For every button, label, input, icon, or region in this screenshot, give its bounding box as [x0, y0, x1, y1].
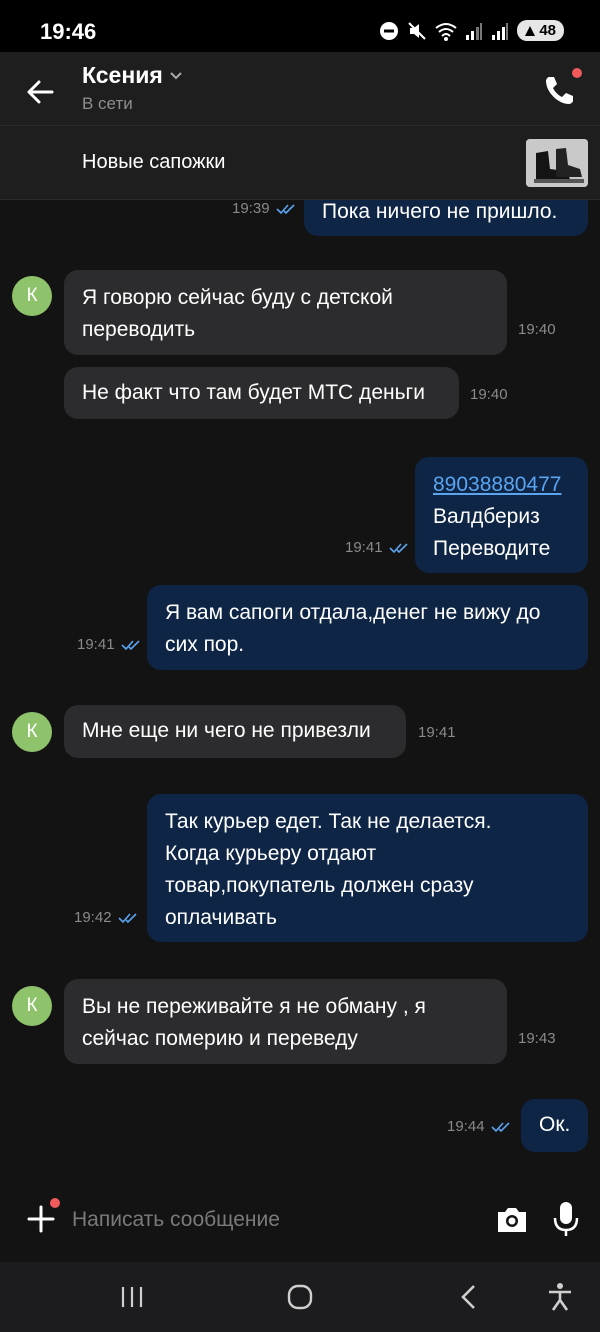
product-title: Новые сапожки	[82, 151, 226, 173]
message-text-line: Я говорю сейчас буду с детской	[82, 286, 393, 309]
camera-icon	[498, 1208, 526, 1232]
status-icons: 48	[379, 20, 564, 41]
message-text-line: Я вам сапоги отдала,денег не вижу до	[165, 601, 541, 624]
camera-button[interactable]	[494, 1202, 530, 1238]
notification-dot	[572, 68, 582, 78]
message-text-line: Когда курьеру отдают	[165, 842, 377, 865]
message-bubble[interactable]: Не факт что там будет МТС деньги	[64, 367, 459, 419]
home-button[interactable]	[280, 1282, 320, 1312]
message-time: 19:41	[77, 636, 115, 653]
message-time: 19:41	[418, 724, 456, 741]
message-time: 19:44	[447, 1118, 485, 1135]
double-check-icon	[388, 542, 408, 553]
message-time: 19:43	[518, 1030, 556, 1047]
contact-avatar[interactable]: К	[12, 712, 52, 752]
message-text: Пока ничего не пришло.	[322, 200, 558, 223]
contact-avatar[interactable]: К	[12, 276, 52, 316]
message-text-line: оплачивать	[165, 906, 277, 929]
status-time: 19:46	[40, 19, 97, 44]
mute-icon	[408, 21, 427, 40]
message-list[interactable]: 19:39 Пока ничего не пришло. К Я говорю …	[0, 200, 600, 1164]
double-check-icon	[490, 1121, 510, 1132]
message-text-line: товар,покупатель должен сразу	[165, 874, 474, 897]
do-not-disturb-icon	[380, 21, 399, 40]
notification-dot	[50, 1198, 60, 1208]
message-text: Мне еще ни чего не привезли	[82, 719, 371, 742]
accessibility-button[interactable]	[540, 1282, 580, 1312]
message-bubble[interactable]: Я говорю сейчас буду с детской переводит…	[64, 270, 507, 355]
message-text-line: Переводите	[433, 537, 551, 560]
microphone-icon	[553, 1202, 579, 1236]
message-meta: 19:41	[345, 539, 409, 556]
contact-avatar[interactable]: К	[12, 986, 52, 1026]
message-bubble[interactable]: Я вам сапоги отдала,денег не вижу до сих…	[147, 585, 588, 670]
message-bubble[interactable]: Ок.	[521, 1099, 588, 1152]
signal-icon-2	[492, 22, 509, 40]
message-bubble[interactable]: Так курьер едет. Так не делается. Когда …	[147, 794, 588, 942]
message-composer	[0, 1178, 600, 1262]
double-check-icon	[117, 912, 137, 923]
message-text: Ок.	[539, 1113, 571, 1136]
recent-apps-button[interactable]	[112, 1282, 152, 1312]
message-bubble[interactable]: Мне еще ни чего не привезли	[64, 705, 406, 758]
call-button[interactable]	[540, 68, 582, 110]
message-bubble[interactable]: Вы не переживайте я не обману , я сейчас…	[64, 979, 507, 1064]
back-arrow-icon[interactable]	[22, 74, 58, 110]
message-text-line: Валдбериз	[433, 505, 540, 528]
message-text: Не факт что там будет МТС деньги	[82, 381, 425, 404]
system-navigation-bar	[0, 1262, 600, 1332]
message-meta: 19:41	[77, 636, 141, 653]
battery-level: 48	[539, 22, 556, 39]
product-thumbnail[interactable]	[526, 139, 588, 187]
battery-saver-icon	[525, 25, 536, 36]
chat-header: Ксения В сети	[0, 52, 600, 126]
double-check-icon	[120, 639, 140, 650]
accessibility-icon	[549, 1283, 571, 1311]
phone-number-link[interactable]: 89038880477	[433, 469, 570, 501]
contact-name-dropdown[interactable]: Ксения	[82, 62, 183, 89]
message-meta: 19:44	[447, 1118, 511, 1135]
battery-indicator: 48	[517, 20, 564, 41]
message-text-line: Так курьер едет. Так не делается.	[165, 810, 492, 833]
signal-icon-1	[466, 22, 483, 40]
message-text-line: переводить	[82, 318, 196, 341]
chevron-down-icon	[170, 71, 182, 79]
message-time: 19:39	[232, 200, 270, 217]
status-bar: 19:46 48	[0, 0, 600, 52]
wifi-icon	[435, 22, 457, 41]
attach-button[interactable]	[24, 1198, 60, 1236]
message-bubble[interactable]: Пока ничего не пришло.	[304, 200, 588, 236]
contact-status: В сети	[82, 94, 133, 113]
message-time: 19:40	[470, 386, 508, 403]
message-meta: 19:42	[74, 909, 138, 926]
message-time: 19:41	[345, 539, 383, 556]
voice-message-button[interactable]	[550, 1200, 582, 1238]
message-bubble[interactable]: 89038880477 Валдбериз Переводите	[415, 457, 588, 573]
recent-apps-icon	[121, 1287, 143, 1307]
back-chevron-icon	[461, 1285, 475, 1309]
message-time: 19:42	[74, 909, 112, 926]
double-check-icon	[275, 203, 295, 214]
contact-name: Ксения	[82, 62, 163, 88]
product-bar[interactable]: Новые сапожки	[0, 126, 600, 200]
message-meta: 19:39	[232, 200, 296, 217]
message-input[interactable]	[72, 1200, 482, 1240]
message-time: 19:40	[518, 321, 556, 338]
home-icon	[287, 1284, 313, 1310]
message-text-line: сейчас померию и переведу	[82, 1027, 358, 1050]
message-text-line: Вы не переживайте я не обману , я	[82, 995, 426, 1018]
message-text-line: сих пор.	[165, 633, 245, 656]
back-button[interactable]	[448, 1282, 488, 1312]
